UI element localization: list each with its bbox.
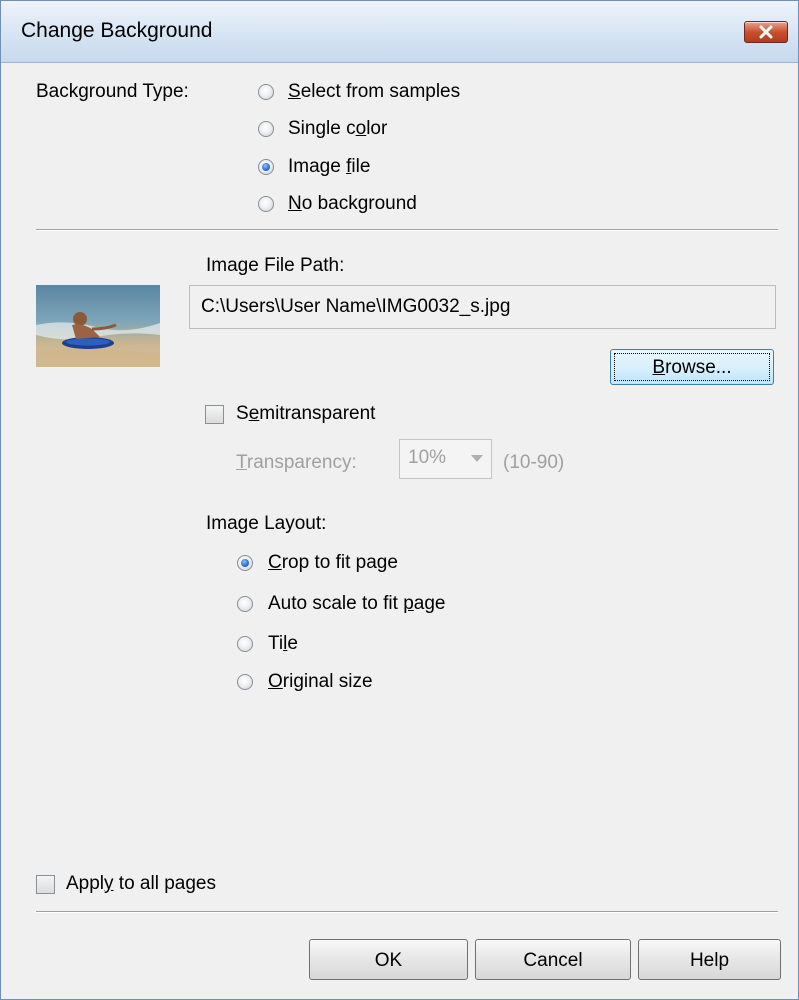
browse-button-label: Browse...	[652, 357, 732, 378]
image-file-path-value: C:\Users\User Name\IMG0032_s.jpg	[201, 296, 511, 317]
radio-button[interactable]	[237, 636, 253, 652]
radio-label: Auto scale to fit page	[268, 593, 446, 614]
separator-bottom	[36, 911, 778, 913]
checkbox-box[interactable]	[36, 875, 55, 894]
help-button[interactable]: Help	[638, 939, 781, 980]
transparency-value: 10%	[408, 447, 447, 468]
radio-label: Select from samples	[288, 81, 461, 102]
dialog-title: Change Background	[21, 19, 213, 42]
close-icon	[759, 25, 773, 39]
cancel-button[interactable]: Cancel	[475, 939, 631, 980]
ok-button-label: OK	[374, 950, 403, 971]
radio-label: Tile	[268, 633, 298, 654]
beach-photo-image	[36, 285, 160, 367]
separator-top	[36, 229, 778, 231]
transparency-range: (10-90)	[503, 452, 565, 473]
image-layout-label: Image Layout:	[206, 513, 327, 534]
help-button-label: Help	[689, 950, 730, 971]
transparency-label: Transparency:	[236, 452, 357, 473]
cancel-button-label: Cancel	[523, 950, 583, 971]
radio-label: No background	[288, 193, 417, 214]
radio-button[interactable]	[258, 196, 274, 212]
image-file-path-field[interactable]: C:\Users\User Name\IMG0032_s.jpg	[189, 285, 776, 329]
image-file-path-label: Image File Path:	[206, 255, 345, 276]
browse-button[interactable]: Browse...	[610, 349, 774, 385]
radio-button[interactable]	[258, 84, 274, 100]
radio-label: Image file	[288, 156, 371, 177]
radio-button-selected[interactable]	[258, 159, 274, 175]
image-preview-thumbnail	[36, 285, 160, 367]
radio-label: Single color	[288, 118, 388, 139]
checkbox-box[interactable]	[205, 405, 224, 424]
radio-label: Crop to fit page	[268, 552, 398, 573]
semitransparent-label: Semitransparent	[236, 403, 376, 424]
background-type-label: Background Type:	[36, 81, 189, 102]
transparency-select[interactable]: 10%	[399, 439, 492, 479]
title-bar[interactable]: Change Background	[1, 1, 798, 63]
dropdown-arrow-icon	[471, 455, 483, 462]
radio-button[interactable]	[237, 674, 253, 690]
radio-label: Original size	[268, 671, 373, 692]
close-button[interactable]	[744, 21, 788, 43]
change-background-dialog: Change Background Background Type: Selec…	[0, 0, 799, 1000]
dialog-content: Background Type: Select from samples Sin…	[1, 63, 798, 999]
radio-button[interactable]	[237, 596, 253, 612]
radio-button[interactable]	[258, 121, 274, 137]
ok-button[interactable]: OK	[309, 939, 468, 980]
radio-button-selected[interactable]	[237, 555, 253, 571]
apply-to-all-pages-label: Apply to all pages	[66, 873, 216, 894]
